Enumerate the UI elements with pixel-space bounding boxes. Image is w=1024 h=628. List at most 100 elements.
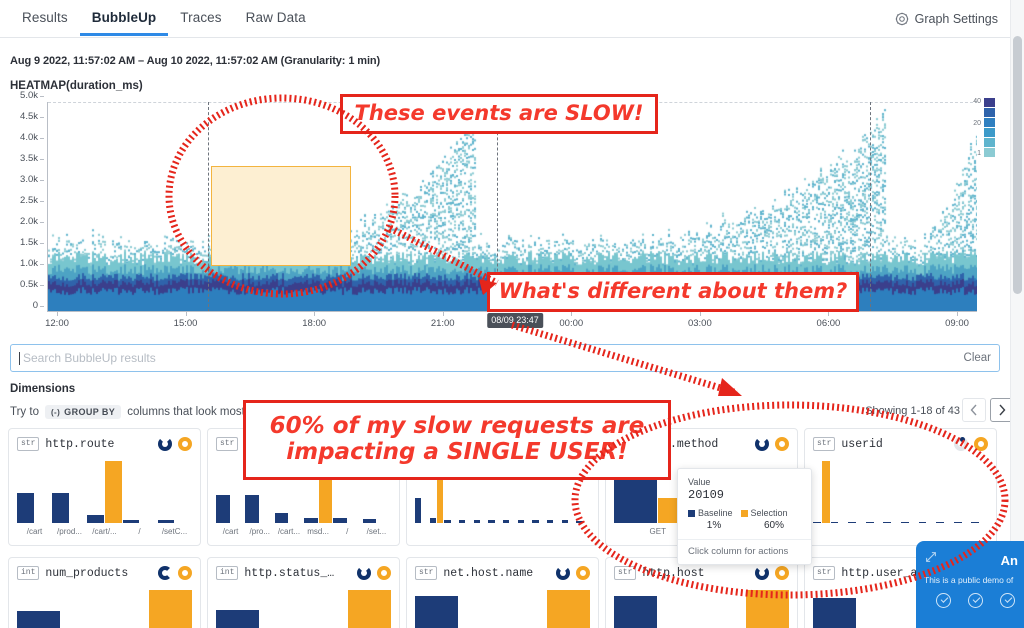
tab-bubbleup[interactable]: BubbleUp (80, 0, 169, 36)
bar-group[interactable] (122, 461, 157, 523)
dimension-card[interactable]: int num_products (8, 557, 201, 628)
selection-bar[interactable] (105, 461, 122, 523)
selection-bar[interactable] (746, 590, 789, 628)
page-scrollbar-thumb[interactable] (1013, 36, 1022, 294)
bar-group[interactable] (865, 461, 883, 523)
bar-group[interactable] (614, 590, 701, 628)
baseline-bar[interactable] (848, 522, 856, 523)
card-bar-chart[interactable] (17, 461, 192, 523)
bar-group[interactable] (702, 590, 789, 628)
bar-group[interactable] (813, 590, 900, 628)
baseline-bar[interactable] (813, 598, 856, 628)
baseline-bar[interactable] (415, 595, 458, 628)
baseline-bar[interactable] (362, 519, 377, 523)
bar-group[interactable] (936, 461, 953, 523)
selection-rectangle[interactable] (211, 166, 351, 266)
baseline-bar[interactable] (488, 519, 495, 523)
baseline-bar[interactable] (245, 494, 259, 523)
card-bar-chart[interactable] (415, 590, 590, 628)
baseline-bar[interactable] (971, 522, 980, 523)
page-scrollbar-track[interactable] (1010, 0, 1024, 628)
search-box[interactable]: Clear (10, 344, 1000, 372)
card-category-label (532, 527, 547, 539)
baseline-bar[interactable] (122, 519, 140, 523)
baseline-bar[interactable] (157, 520, 175, 523)
baseline-bar[interactable] (547, 520, 554, 523)
selection-bar[interactable] (149, 590, 192, 628)
dimension-card[interactable]: int http.status_… (207, 557, 400, 628)
bar-group[interactable] (87, 461, 122, 523)
bar-group[interactable] (918, 461, 936, 523)
baseline-bar[interactable] (813, 521, 821, 523)
baseline-bar[interactable] (303, 517, 318, 523)
tooltip-selection-label: Selection (750, 508, 788, 518)
selection-bar[interactable] (348, 590, 391, 628)
bar-group[interactable] (900, 461, 918, 523)
baseline-bar[interactable] (429, 517, 437, 523)
bar-group[interactable] (304, 590, 391, 628)
baseline-bar[interactable] (517, 520, 525, 523)
baseline-bar[interactable] (415, 498, 422, 523)
baseline-bar[interactable] (52, 493, 69, 523)
bar-group[interactable] (848, 461, 865, 523)
card-bar-chart[interactable] (17, 590, 192, 628)
dimension-card[interactable]: str userid (804, 428, 997, 546)
baseline-bar[interactable] (561, 520, 569, 523)
baseline-bar[interactable] (333, 518, 347, 523)
graph-settings-button[interactable]: Graph Settings (895, 12, 998, 26)
baseline-bar[interactable] (459, 519, 466, 523)
bar-group[interactable] (883, 461, 900, 523)
card-bar-chart[interactable] (216, 590, 391, 628)
announcement-checks (936, 593, 1015, 608)
baseline-bar[interactable] (274, 512, 289, 523)
bar-group[interactable] (17, 461, 51, 523)
prev-page-button[interactable] (962, 398, 986, 422)
bar-group[interactable] (216, 461, 244, 523)
baseline-bar[interactable] (216, 610, 259, 628)
baseline-bar[interactable] (216, 494, 230, 523)
clear-search-button[interactable]: Clear (956, 352, 991, 364)
resize-handle-icon[interactable] (924, 550, 938, 564)
baseline-bar[interactable] (614, 595, 657, 628)
bar-group[interactable] (503, 590, 590, 628)
bar-group[interactable] (157, 461, 192, 523)
card-bar-chart[interactable] (813, 461, 988, 523)
baseline-bar[interactable] (532, 520, 539, 523)
dimension-card[interactable]: str http.host (605, 557, 798, 628)
baseline-bar[interactable] (865, 522, 874, 523)
baseline-bar[interactable] (473, 519, 481, 523)
card-bar-chart[interactable] (614, 590, 789, 628)
tab-traces[interactable]: Traces (168, 0, 233, 36)
selection-bar[interactable] (547, 590, 590, 628)
baseline-bar[interactable] (17, 610, 60, 628)
bar-group[interactable] (105, 590, 192, 628)
bar-group[interactable] (813, 461, 830, 523)
search-input[interactable] (21, 350, 956, 366)
baseline-bar[interactable] (503, 519, 510, 523)
bar-group[interactable] (953, 461, 971, 523)
baseline-bar[interactable] (953, 522, 962, 523)
dimension-card[interactable]: str net.host.name (406, 557, 599, 628)
card-category-labels (813, 527, 988, 539)
dimension-card[interactable]: str http.route/cart/prod... /cart/... / /set… (8, 428, 201, 546)
baseline-bar[interactable] (918, 522, 927, 523)
baseline-bar[interactable] (936, 522, 944, 523)
selection-bar[interactable] (821, 461, 830, 523)
bar-group[interactable] (52, 461, 86, 523)
group-by-chip[interactable]: (-) GROUP BY (44, 405, 122, 419)
bar-group[interactable] (830, 461, 848, 523)
baseline-bar[interactable] (830, 522, 839, 523)
tab-raw-data[interactable]: Raw Data (234, 0, 318, 36)
baseline-bar[interactable] (87, 515, 105, 523)
tab-results[interactable]: Results (10, 0, 80, 36)
baseline-bar[interactable] (883, 522, 892, 523)
bar-group[interactable] (216, 590, 303, 628)
bar-group[interactable] (17, 590, 104, 628)
baseline-bar[interactable] (444, 519, 451, 523)
baseline-bar[interactable] (17, 493, 34, 523)
bar-group[interactable] (415, 590, 502, 628)
baseline-bar[interactable] (900, 522, 909, 523)
baseline-bar[interactable] (576, 521, 583, 523)
announcement-widget[interactable]: An This is a public demo of (916, 541, 1024, 628)
bar-group[interactable] (971, 461, 988, 523)
